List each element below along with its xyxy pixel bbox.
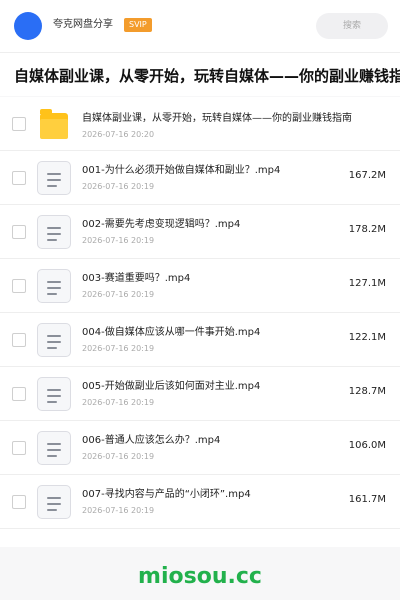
file-size: 122.1M (348, 332, 386, 343)
file-row[interactable]: 007-寻找内容与产品的“小闭环”.mp4 2026-07-16 20:19 1… (0, 475, 400, 529)
file-date: 2026-07-16 20:19 (82, 182, 155, 191)
file-size: 106.0M (348, 440, 386, 451)
video-file-icon (37, 377, 71, 411)
header: 夸克网盘分享 SVIP 搜索 (0, 0, 400, 52)
row-checkbox[interactable] (12, 171, 26, 185)
file-row[interactable]: 005-开始做副业后该如何面对主业.mp4 2026-07-16 20:19 1… (0, 367, 400, 421)
folder-row[interactable]: 自媒体副业课，从零开始，玩转自媒体——你的副业赚钱指南 2026-07-16 2… (0, 97, 400, 151)
row-checkbox[interactable] (12, 441, 26, 455)
row-checkbox[interactable] (12, 225, 26, 239)
folder-date: 2026-07-16 20:20 (82, 130, 155, 139)
video-file-icon (37, 323, 71, 357)
file-name: 001-为什么必须开始做自媒体和副业？.mp4 (82, 165, 281, 176)
file-name: 005-开始做副业后该如何面对主业.mp4 (82, 381, 261, 392)
row-checkbox[interactable] (12, 279, 26, 293)
row-checkbox[interactable] (12, 117, 26, 131)
file-name: 002-需要先考虑变现逻辑吗？.mp4 (82, 219, 241, 230)
file-size: 161.7M (348, 494, 386, 505)
page-title: 自媒体副业课，从零开始，玩转自媒体——你的副业赚钱指 (14, 67, 400, 85)
file-name: 006-普通人应该怎么办？.mp4 (82, 435, 221, 446)
video-file-icon (37, 431, 71, 465)
file-date: 2026-07-16 20:19 (82, 290, 155, 299)
file-name: 004-做自媒体应该从哪一件事开始.mp4 (82, 327, 261, 338)
video-file-icon (37, 161, 71, 195)
video-file-icon (37, 485, 71, 519)
file-row[interactable]: 004-做自媒体应该从哪一件事开始.mp4 2026-07-16 20:19 1… (0, 313, 400, 367)
row-checkbox[interactable] (12, 495, 26, 509)
file-date: 2026-07-16 20:19 (82, 398, 155, 407)
file-date: 2026-07-16 20:19 (82, 344, 155, 353)
search-input[interactable]: 搜索 (316, 13, 388, 39)
file-date: 2026-07-16 20:19 (82, 452, 155, 461)
file-date: 2026-07-16 20:19 (82, 236, 155, 245)
row-checkbox[interactable] (12, 387, 26, 401)
video-file-icon (37, 215, 71, 249)
file-size: 178.2M (348, 224, 386, 235)
app-title: 夸克网盘分享 (53, 19, 113, 30)
file-name: 003-赛道重要吗？.mp4 (82, 273, 191, 284)
file-size: 167.2M (348, 170, 386, 181)
svip-badge: SVIP (124, 18, 152, 32)
avatar[interactable] (14, 12, 42, 40)
file-list: 自媒体副业课，从零开始，玩转自媒体——你的副业赚钱指南 2026-07-16 2… (0, 97, 400, 547)
watermark: miosou.cc (138, 564, 262, 589)
file-row[interactable]: 001-为什么必须开始做自媒体和副业？.mp4 2026-07-16 20:19… (0, 151, 400, 205)
file-date: 2026-07-16 20:19 (82, 506, 155, 515)
row-checkbox[interactable] (12, 333, 26, 347)
video-file-icon (37, 269, 71, 303)
folder-name: 自媒体副业课，从零开始，玩转自媒体——你的副业赚钱指南 (82, 113, 352, 124)
file-row[interactable]: 006-普通人应该怎么办？.mp4 2026-07-16 20:19 106.0… (0, 421, 400, 475)
file-size: 128.7M (348, 386, 386, 397)
file-name: 007-寻找内容与产品的“小闭环”.mp4 (82, 489, 251, 500)
file-size: 127.1M (348, 278, 386, 289)
file-row[interactable]: 003-赛道重要吗？.mp4 2026-07-16 20:19 127.1M (0, 259, 400, 313)
title-bar: 自媒体副业课，从零开始，玩转自媒体——你的副业赚钱指 (0, 52, 400, 96)
folder-icon (40, 109, 68, 139)
file-row[interactable]: 002-需要先考虑变现逻辑吗？.mp4 2026-07-16 20:19 178… (0, 205, 400, 259)
